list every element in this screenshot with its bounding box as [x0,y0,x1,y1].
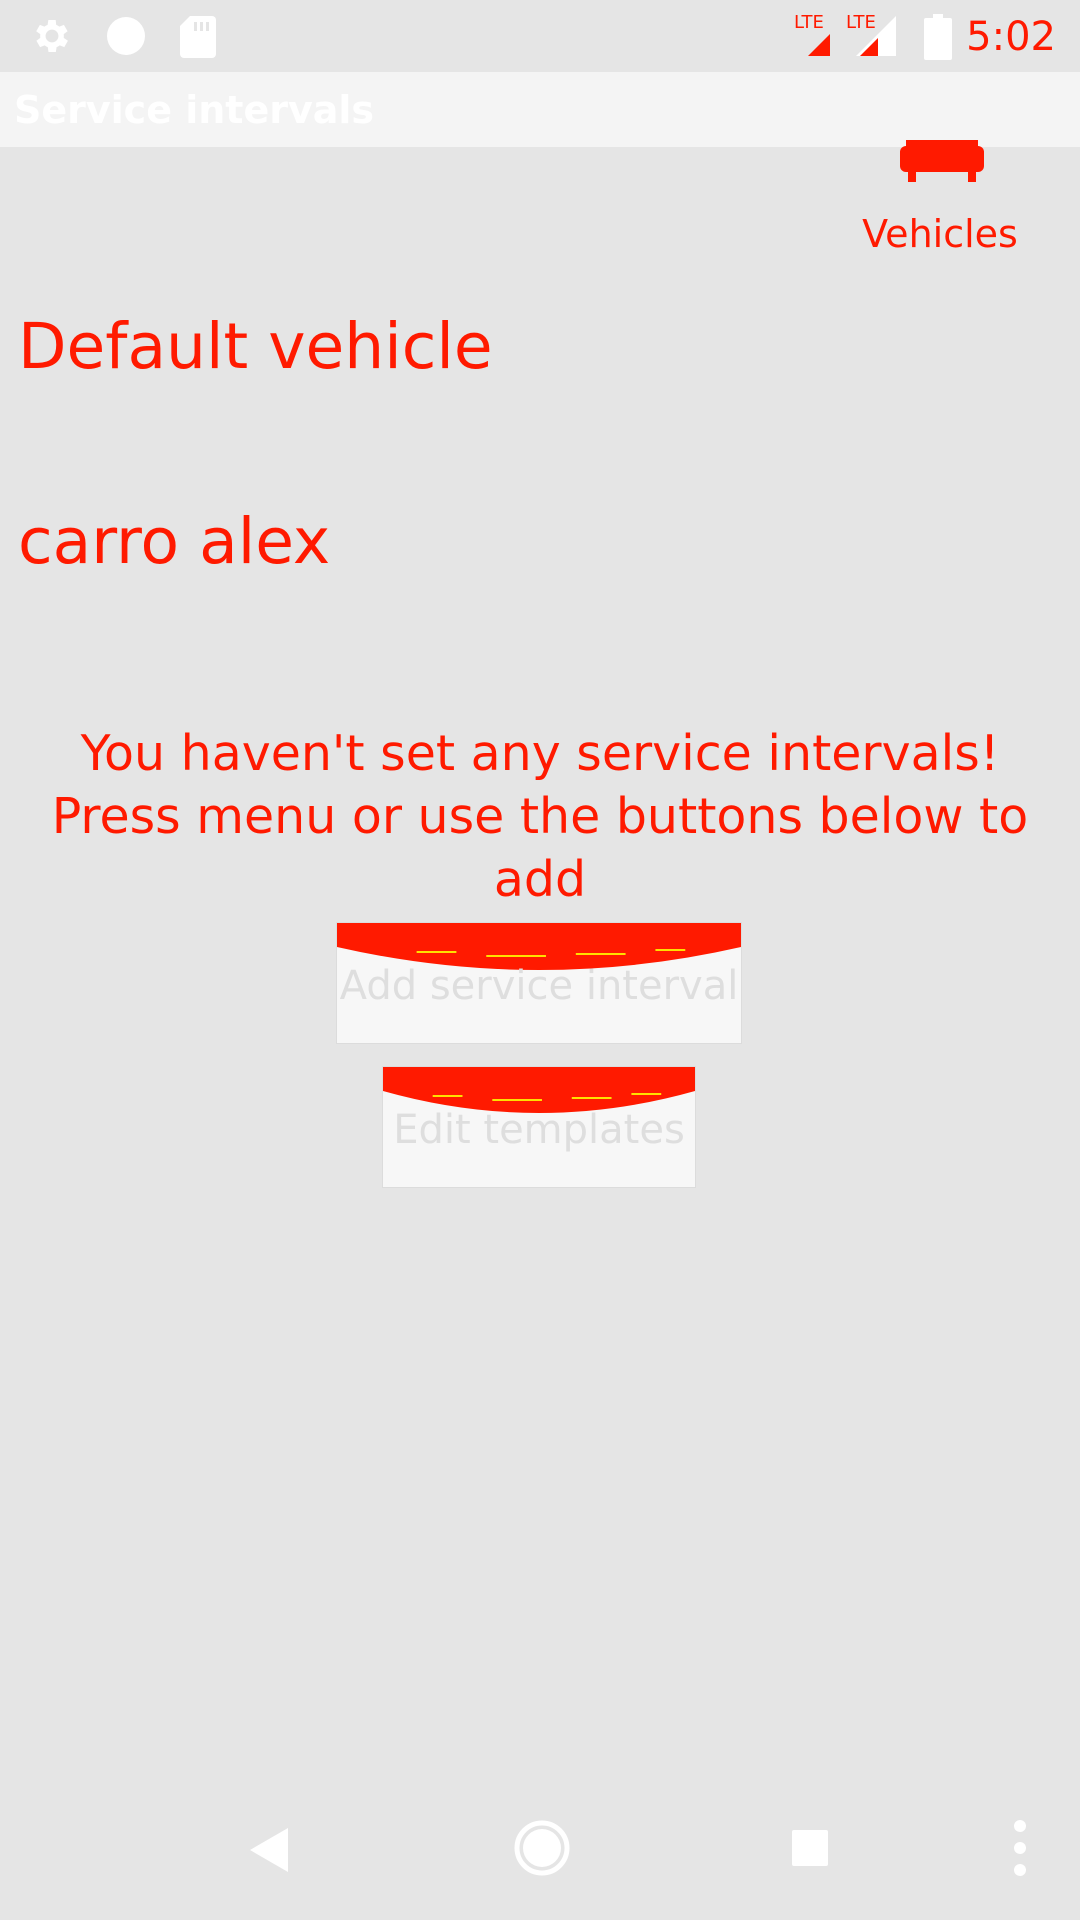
add-service-interval-button[interactable]: Add service interval [336,922,742,1044]
car-icon [900,140,984,187]
vehicles-button[interactable]: Vehicles [850,140,1030,260]
back-icon[interactable] [246,1824,292,1881]
default-vehicle-label: Default vehicle [18,310,493,383]
screen: LTE LTE 5:02 Service intervals Vehicles … [0,0,1080,1920]
status-time: 5:02 [966,14,1056,60]
app-bar: Service intervals [0,72,1080,147]
overflow-menu-icon[interactable] [1010,1818,1030,1883]
sd-card-icon [178,14,218,63]
edit-templates-button[interactable]: Edit templates [382,1066,696,1188]
edit-templates-label: Edit templates [393,1107,685,1153]
empty-message-line: Press menu or use the buttons below to a… [51,788,1029,908]
lte-label: LTE [846,12,876,33]
battery-icon [924,14,952,65]
gear-icon [30,14,74,63]
lte-signal-icon: LTE [792,12,832,63]
vehicle-name[interactable]: carro alex [18,505,330,578]
empty-message-line: You haven't set any service intervals! [80,725,1000,782]
vehicles-label: Vehicles [862,212,1018,256]
status-bar: LTE LTE 5:02 [0,0,1080,72]
lte-label: LTE [794,12,824,33]
page-title: Service intervals [14,88,375,132]
add-service-interval-label: Add service interval [339,963,739,1009]
home-icon[interactable] [514,1820,570,1881]
circle-icon [104,14,148,63]
lte-signal-icon: LTE [844,12,900,63]
recents-icon[interactable] [790,1828,830,1873]
navigation-bar [0,1800,1080,1920]
